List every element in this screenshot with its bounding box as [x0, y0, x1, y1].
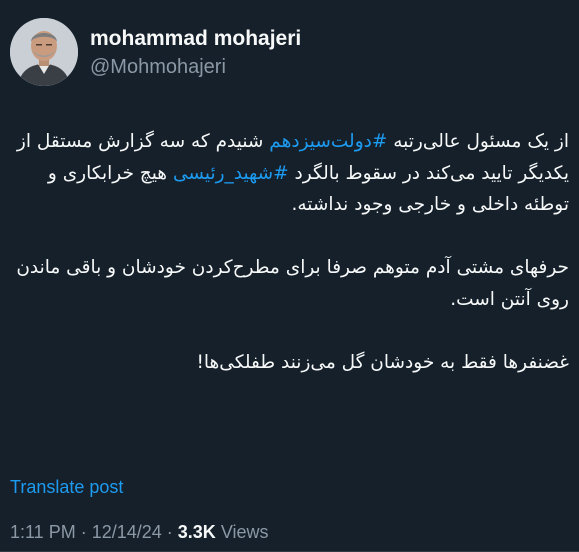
- tweet-meta: 1:11 PM · 12/14/24 · 3.3K Views: [10, 522, 269, 543]
- post-time[interactable]: 1:11 PM: [10, 522, 76, 542]
- meta-separator: ·: [161, 522, 178, 542]
- hashtag-link[interactable]: #شهید_رئیسی: [173, 163, 289, 184]
- hashtag-link[interactable]: #دولت‌سیزدهم: [269, 131, 387, 152]
- post-date[interactable]: 12/14/24: [92, 522, 162, 542]
- avatar[interactable]: [10, 18, 78, 86]
- tweet-text-part: از یک مسئول عالی‌رتبه: [387, 131, 569, 152]
- tweet-paragraph-3: غضنفرها فقط به خودشان گل می‌زنند طفلکی‌ه…: [196, 351, 569, 373]
- translate-post-link[interactable]: Translate post: [10, 477, 123, 498]
- tweet-header: mohammad mohajeri @Mohmohajeri: [10, 18, 570, 88]
- user-handle[interactable]: @Mohmohajeri: [90, 54, 301, 80]
- views-count: 3.3K: [177, 522, 216, 542]
- profile-photo-icon: [10, 18, 78, 86]
- views-label: Views: [215, 522, 269, 542]
- display-name[interactable]: mohammad mohajeri: [90, 26, 301, 52]
- tweet-text: از یک مسئول عالی‌رتبه #دولت‌سیزدهم شنیدم…: [14, 126, 569, 378]
- author-names: mohammad mohajeri @Mohmohajeri: [90, 26, 301, 80]
- tweet-paragraph-2: حرفهای مشتی آدم متوهم صرفا برای مطرح‌کرد…: [16, 257, 569, 310]
- tweet-paragraph-1: از یک مسئول عالی‌رتبه #دولت‌سیزدهم شنیدم…: [14, 126, 569, 221]
- meta-separator: ·: [75, 522, 92, 542]
